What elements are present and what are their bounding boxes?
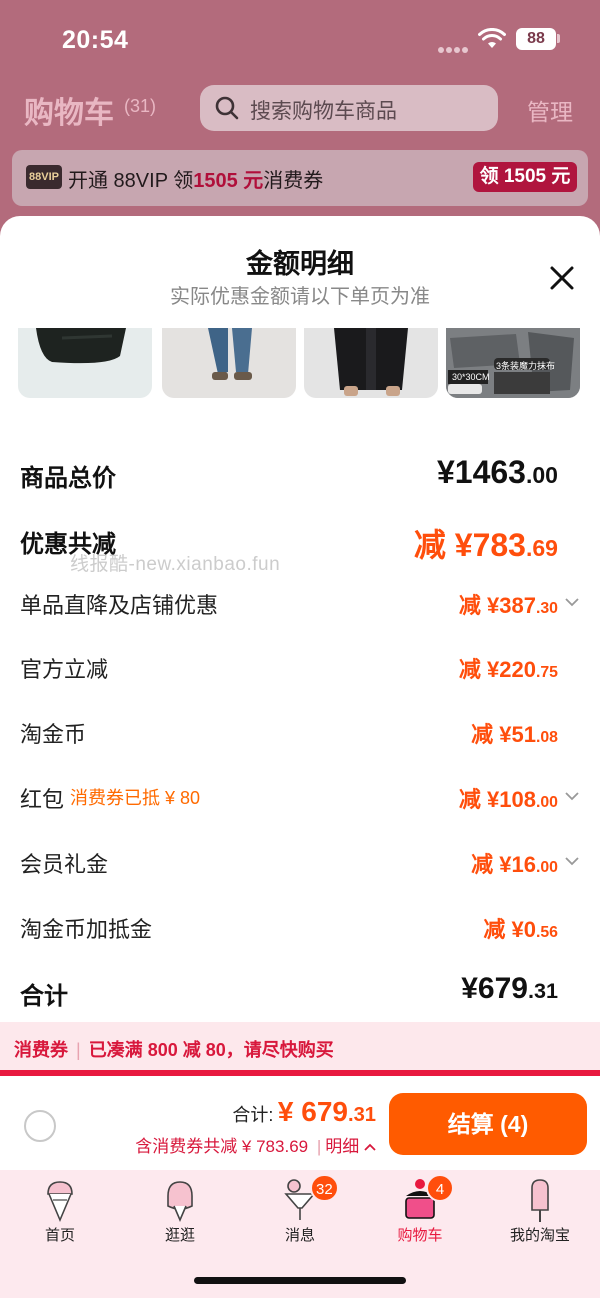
row-label: 官方立减 <box>20 657 109 682</box>
signal-icon <box>438 40 470 53</box>
checkout-total-label: 合计: <box>232 1105 274 1125</box>
row-label: 单品直降及店铺优惠 <box>20 593 219 618</box>
vip-text-suffix: 消费券 <box>263 170 324 192</box>
red-packet-coupon-note: 消费券已抵 ¥ 80 <box>70 788 201 808</box>
row-coin-credit: 淘金币加抵金 减 ¥0.56 <box>0 910 600 954</box>
battery-tip <box>557 34 560 43</box>
search-icon <box>215 96 239 120</box>
row-value: 减 ¥51.08 <box>471 722 558 747</box>
chevron-up-icon <box>364 1143 376 1151</box>
checkout-button[interactable]: 结算 (4) <box>389 1093 587 1155</box>
thumbnail-title-tag: 3条装魔力抹布 <box>496 361 556 371</box>
ice-cream-icon <box>47 1181 73 1223</box>
vip-banner[interactable]: 88VIP 开通 88VIP 领1505 元消费券 领 1505 元 <box>12 150 588 206</box>
row-goods-total: 商品总价 ¥1463.00 <box>0 454 600 498</box>
cart-item-count: (31) <box>124 96 157 116</box>
tab-label: 购物车 <box>397 1227 443 1244</box>
row-member-gift[interactable]: 会员礼金 减 ¥16.00 <box>0 845 600 889</box>
chevron-down-icon <box>565 792 579 801</box>
detail-toggle[interactable]: | 明细 <box>313 1137 376 1156</box>
page-title: 购物车 <box>24 97 114 130</box>
row-value: 减 ¥783.69 <box>413 527 558 563</box>
coupon-progress-text: 消费券 | 已凑满 800 减 80，请尽快购买 <box>14 1040 334 1060</box>
cart-count-badge: 4 <box>426 1174 454 1202</box>
row-value: 减 ¥0.56 <box>483 917 558 942</box>
tab-cart[interactable]: 4 购物车 <box>360 1170 480 1250</box>
row-label: 合计 <box>20 983 68 1010</box>
cart-page-background: 20:54 88 购物车 (31) 搜索购物车商品 管理 88VIP 开通 88… <box>0 0 600 240</box>
row-value: 减 ¥220.75 <box>458 657 558 682</box>
chevron-down-icon <box>565 857 579 866</box>
row-label: 淘金币 <box>20 722 87 747</box>
row-taobao-coins: 淘金币 减 ¥51.08 <box>0 715 600 759</box>
tab-label: 我的淘宝 <box>509 1227 570 1244</box>
watermark-text: 线报酷-new.xianbao.fun <box>70 554 281 575</box>
row-official-discount: 官方立减 减 ¥220.75 <box>0 650 600 694</box>
tab-my-taobao[interactable]: 我的淘宝 <box>480 1170 600 1250</box>
row-value: 减 ¥16.00 <box>471 852 558 877</box>
row-shop-discount[interactable]: 单品直降及店铺优惠 减 ¥387.30 <box>0 586 600 630</box>
product-thumbnail-cleaning-cloth[interactable]: 30*30CM 3条装魔力抹布 <box>446 328 580 398</box>
row-red-packet[interactable]: 红包 消费券已抵 ¥ 80 减 ¥108.00 <box>0 780 600 824</box>
checkout-total: 合计: ¥ 679.31 <box>232 1096 376 1128</box>
popsicle-icon <box>167 1181 193 1223</box>
row-value: 减 ¥108.00 <box>458 787 558 812</box>
ice-pop-icon <box>531 1179 549 1222</box>
row-label: 会员礼金 <box>20 852 109 877</box>
row-value: 减 ¥387.30 <box>458 593 558 618</box>
row-value: ¥679.31 <box>461 972 558 1005</box>
wifi-icon <box>478 28 506 48</box>
product-thumbnail-black-jacket[interactable] <box>304 328 438 398</box>
sheet-title: 金额明细 <box>246 249 354 279</box>
row-value: ¥1463.00 <box>436 454 558 490</box>
thumbnail-size-tag: 30*30CM <box>452 372 490 382</box>
checkout-total-value: ¥ 679.31 <box>277 1096 376 1127</box>
tab-label: 逛逛 <box>164 1227 195 1244</box>
product-thumbnail-jeans[interactable] <box>162 328 296 398</box>
status-bar: 20:54 88 <box>0 0 600 80</box>
search-input[interactable]: 搜索购物车商品 <box>200 85 498 131</box>
tab-explore[interactable]: 逛逛 <box>120 1170 240 1250</box>
tab-label: 消息 <box>284 1227 315 1244</box>
amount-detail-sheet: 金额明细 实际优惠金额请以下单页为准 30*30CM 3条装魔力抹布 商品总价 … <box>0 216 600 1072</box>
battery-indicator: 88 <box>516 28 556 50</box>
checkout-bar: 合计: ¥ 679.31 含消费券共减 ¥ 783.69 | 明细 结算 (4) <box>0 1076 600 1170</box>
row-grand-total: 合计 ¥679.31 <box>0 972 600 1016</box>
select-all-checkbox[interactable] <box>24 1110 56 1142</box>
vip-banner-text: 开通 88VIP 领1505 元消费券 <box>68 164 323 193</box>
sheet-subtitle: 实际优惠金额请以下单页为准 <box>170 286 430 308</box>
message-count-badge: 32 <box>310 1174 339 1202</box>
product-thumbnails: 30*30CM 3条装魔力抹布 <box>18 328 588 400</box>
product-thumbnail-black-bag[interactable] <box>18 328 152 398</box>
coupon-progress-bar[interactable]: 消费券 | 已凑满 800 减 80，请尽快购买 <box>0 1022 600 1072</box>
tab-label: 首页 <box>44 1227 75 1244</box>
search-placeholder: 搜索购物车商品 <box>250 100 397 123</box>
coupon-message: 已凑满 800 减 80，请尽快购买 <box>88 1040 334 1060</box>
row-label: 红包 <box>20 787 65 812</box>
close-icon[interactable] <box>544 260 580 296</box>
checkout-savings: 含消费券共减 ¥ 783.69 | 明细 <box>135 1132 376 1157</box>
vip-claim-button[interactable]: 领 1505 元 <box>473 162 577 192</box>
coupon-tag: 消费券 <box>14 1040 68 1060</box>
vip-badge: 88VIP <box>26 165 62 189</box>
vip-text-prefix: 开通 88VIP 领 <box>68 170 194 192</box>
home-indicator <box>194 1277 406 1284</box>
row-label: 商品总价 <box>20 465 116 492</box>
chevron-down-icon <box>565 598 579 607</box>
savings-text: 含消费券共减 ¥ 783.69 <box>135 1137 309 1156</box>
status-time: 20:54 <box>62 26 129 54</box>
row-label: 淘金币加抵金 <box>20 917 153 942</box>
tab-home[interactable]: 首页 <box>0 1170 120 1250</box>
vip-amount: 1505 元 <box>193 170 264 192</box>
tab-messages[interactable]: 32 消息 <box>240 1170 360 1250</box>
manage-button[interactable]: 管理 <box>527 93 573 127</box>
